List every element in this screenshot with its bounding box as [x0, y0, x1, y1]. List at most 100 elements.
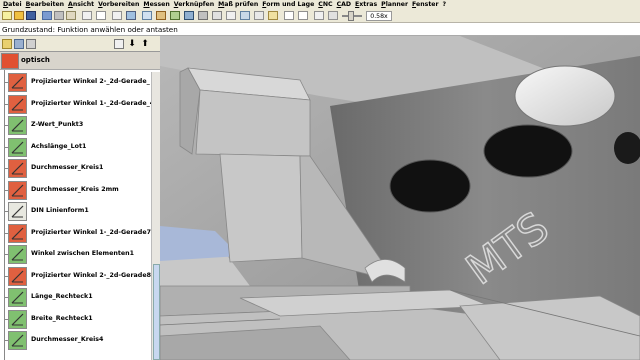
view-icon[interactable]: [240, 11, 250, 20]
menu-item[interactable]: CAD: [335, 0, 353, 9]
feature-tree-toolbar: ⬇ ⬆: [0, 36, 160, 52]
info-icon[interactable]: [298, 11, 308, 20]
feature-tree-list: Projizierter Winkel 2-_2d-Gerade_ Projizi…: [0, 72, 160, 352]
report-icon[interactable]: [328, 11, 338, 20]
circle-icon: [8, 331, 27, 350]
fit-icon[interactable]: [156, 11, 166, 20]
feature-tree-item[interactable]: DIN Linienform1: [0, 201, 152, 223]
menu-item[interactable]: Form und Lage: [260, 0, 316, 9]
menu-item[interactable]: Maß prüfen: [216, 0, 260, 9]
probe-icon[interactable]: [126, 11, 136, 20]
feature-tree-item-label: Z-Wert_Punkt3: [31, 121, 84, 128]
perpendicular-icon: [8, 137, 27, 157]
feature-tree-panel: optisch Projizierter Winkel 2-_2d-Gerade…: [0, 52, 160, 360]
camera-icon[interactable]: [254, 11, 264, 20]
menu-item[interactable]: Verknüpfen: [172, 0, 216, 9]
feature-tree-item-label: Winkel zwischen Elementen1: [31, 250, 134, 257]
zoom-in-icon[interactable]: [170, 11, 180, 20]
save-icon[interactable]: [26, 11, 36, 20]
optical-sensor-icon: [1, 53, 19, 69]
menu-item[interactable]: Ansicht: [66, 0, 96, 9]
tree-folder-icon[interactable]: [2, 39, 12, 49]
feature-tree-item-label: DIN Linienform1: [31, 207, 89, 214]
menu-bar: Datei Bearbeiten Ansicht Vorbereiten Messen V…: [0, 0, 640, 9]
zoom-slider-handle[interactable]: [348, 11, 354, 21]
zoom-glass-icon[interactable]: [268, 11, 278, 20]
menu-item[interactable]: Vorbereiten: [96, 0, 141, 9]
toolbar: 0.58x: [0, 9, 640, 23]
menu-item[interactable]: Fenster: [410, 0, 440, 9]
feature-tree-item[interactable]: Projizierter Winkel 2-_2d-Gerade_: [0, 72, 152, 94]
pillar-stem: [219, 153, 303, 263]
feature-tree-item[interactable]: Durchmesser_Kreis1: [0, 158, 152, 180]
light-icon[interactable]: [212, 11, 222, 20]
cad-3d-viewport[interactable]: MTS: [160, 36, 640, 360]
move-down-icon[interactable]: ⬇: [127, 39, 137, 49]
tree-scrollbar-thumb[interactable]: [153, 264, 160, 360]
settings-icon[interactable]: [284, 11, 294, 20]
redo-icon[interactable]: [96, 11, 106, 20]
plate-hole-1: [483, 124, 573, 178]
angle-icon: [8, 73, 27, 92]
tree-root-item[interactable]: optisch: [0, 52, 160, 70]
circle-icon: [8, 159, 27, 178]
angle-icon: [8, 223, 27, 243]
print-icon[interactable]: [42, 11, 52, 20]
rotate-icon[interactable]: [198, 11, 208, 20]
cut-icon[interactable]: [54, 11, 64, 20]
menu-item[interactable]: Extras: [353, 0, 379, 9]
status-bar: Grundzustand: Funktion anwählen oder ant…: [0, 23, 640, 36]
feature-tree-item-label: Projizierter Winkel 1-_2d-Gerade7: [31, 228, 151, 236]
bore-hole-large: [514, 65, 616, 127]
menu-item[interactable]: ?: [441, 0, 449, 9]
feature-tree-item[interactable]: Projizierter Winkel 1-_2d-Gerade7: [0, 223, 152, 245]
measure-icon[interactable]: [142, 11, 152, 20]
feature-tree-item-label: Durchmesser_Kreis 2mm: [31, 185, 119, 193]
tree-root-label: optisch: [21, 56, 50, 64]
feature-tree-item-label: Durchmesser_Kreis1: [31, 164, 104, 171]
angle-icon: [8, 94, 27, 114]
tree-search-icon[interactable]: [114, 39, 124, 49]
tree-options-icon[interactable]: [26, 39, 36, 49]
feature-tree-item[interactable]: Projizierter Winkel 1-_2d-Gerade_40°_2: [0, 94, 160, 116]
feature-tree-item[interactable]: Z-Wert_Punkt3: [0, 115, 152, 137]
select-icon[interactable]: [112, 11, 122, 20]
zoom-value-field[interactable]: 0.58x: [366, 11, 392, 21]
menu-item[interactable]: Messen: [141, 0, 171, 9]
feature-tree-item-label: Achslänge_Lot1: [31, 142, 87, 150]
open-folder-icon[interactable]: [14, 11, 24, 20]
angle-icon: [8, 245, 27, 264]
new-file-icon[interactable]: [2, 11, 12, 20]
circle-icon: [8, 180, 27, 200]
undo-icon[interactable]: [82, 11, 92, 20]
move-up-icon[interactable]: ⬆: [140, 39, 150, 49]
feature-tree-item[interactable]: Durchmesser_Kreis 2mm: [0, 180, 152, 202]
pillar-front-face: [195, 89, 311, 157]
feature-tree-item[interactable]: Durchmesser_Kreis4: [0, 330, 152, 352]
feature-tree-item[interactable]: Projizierter Winkel 2-_2d-Gerade8: [0, 266, 152, 288]
point-icon: [8, 116, 27, 135]
cnc-icon[interactable]: [314, 11, 324, 20]
feature-tree-item-label: Projizierter Winkel 2-_2d-Gerade8: [31, 271, 151, 279]
rectangle-icon: [8, 309, 27, 329]
menu-item[interactable]: Bearbeiten: [24, 0, 66, 9]
tree-filter-icon[interactable]: [14, 39, 24, 49]
menu-item[interactable]: Planner: [379, 0, 410, 9]
angle-icon: [8, 266, 27, 286]
feature-tree-item-label: Projizierter Winkel 2-_2d-Gerade_: [31, 78, 150, 85]
menu-item[interactable]: Datei: [1, 0, 24, 9]
feature-tree-item[interactable]: Achslänge_Lot1: [0, 137, 152, 159]
feature-tree-item[interactable]: Breite_Rechteck1: [0, 309, 152, 331]
line-profile-icon: [8, 202, 27, 221]
feature-tree-item-label: Durchmesser_Kreis4: [31, 336, 104, 343]
feature-tree-item[interactable]: Länge_Rechteck1: [0, 287, 152, 309]
copy-icon[interactable]: [66, 11, 76, 20]
feature-tree-item[interactable]: Winkel zwischen Elementen1: [0, 244, 152, 266]
feature-tree-item-label: Projizierter Winkel 1-_2d-Gerade_40°_2: [31, 99, 160, 107]
grid-icon[interactable]: [226, 11, 236, 20]
tree-scrollbar[interactable]: [151, 72, 160, 360]
feature-tree-item-label: Länge_Rechteck1: [31, 293, 93, 300]
feature-tree-item-label: Breite_Rechteck1: [31, 314, 93, 322]
menu-item[interactable]: CNC: [316, 0, 334, 9]
zoom-out-icon[interactable]: [184, 11, 194, 20]
